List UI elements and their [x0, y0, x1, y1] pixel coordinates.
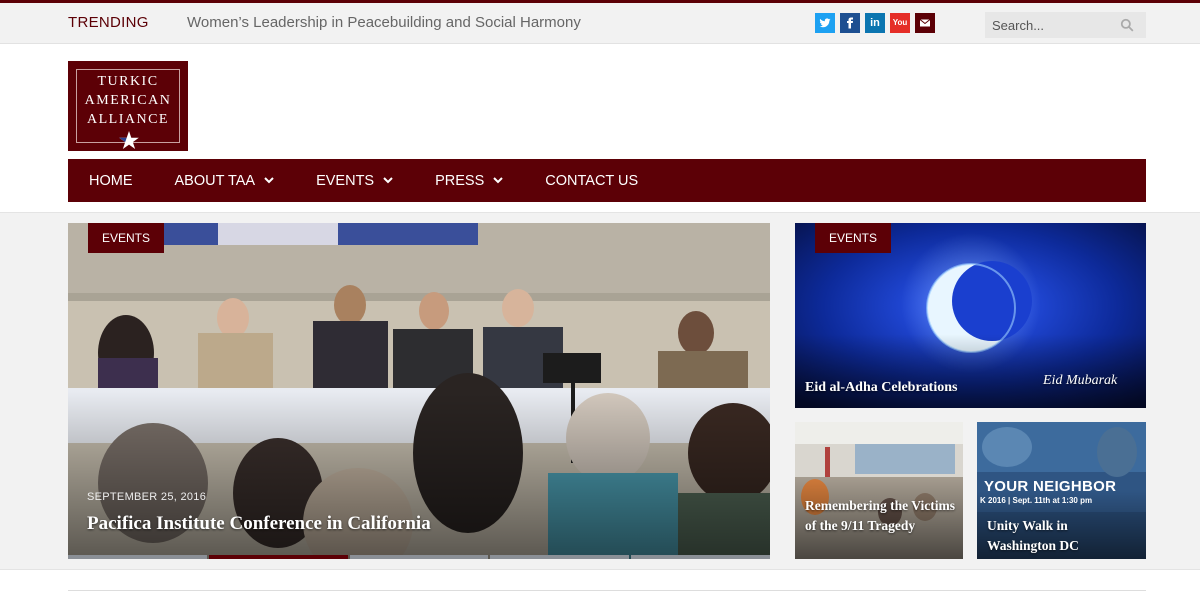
trending-headline-link[interactable]: Women’s Leadership in Peacebuilding and …: [187, 14, 581, 31]
site-logo[interactable]: TURKIC AMERICAN ALLIANCE: [68, 61, 188, 151]
nav-item-home[interactable]: HOME: [68, 159, 154, 202]
search-input[interactable]: [985, 12, 1115, 38]
section-divider: [68, 590, 1146, 591]
nav-item-events[interactable]: EVENTS: [295, 159, 414, 202]
chevron-down-icon: [493, 177, 503, 184]
logo-line-3: ALLIANCE: [87, 112, 169, 127]
banner-subtext: K 2016 | Sept. 11th at 1:30 pm: [980, 496, 1093, 505]
featured-post-eid[interactable]: EVENTS Eid al-Adha Celebrations Eid Muba…: [795, 223, 1146, 408]
featured-post-small[interactable]: YOUR NEIGHBOR K 2016 | Sept. 11th at 1:3…: [977, 422, 1146, 559]
post-title[interactable]: Remembering the Victims of the 9/11 Trag…: [805, 496, 955, 535]
youtube-text: You: [892, 18, 908, 27]
top-bar: TRENDING Women’s Leadership in Peacebuil…: [0, 0, 1200, 44]
banner-text: YOUR NEIGHBOR: [984, 478, 1117, 495]
social-links: in You: [815, 13, 935, 33]
chevron-down-icon: [264, 177, 274, 184]
linkedin-text: in: [870, 17, 880, 29]
slider-dot[interactable]: [68, 555, 207, 559]
nav-item-label: HOME: [89, 172, 133, 189]
slider-dot[interactable]: [631, 555, 770, 559]
nav-item-about[interactable]: ABOUT TAA: [154, 159, 296, 202]
nav-item-contact[interactable]: CONTACT US: [524, 159, 659, 202]
post-title[interactable]: Pacifica Institute Conference in Califor…: [87, 513, 431, 535]
email-icon[interactable]: [915, 13, 935, 33]
slider-indicators: [68, 555, 770, 559]
nav-item-label: PRESS: [435, 172, 485, 189]
star-icon: [119, 131, 139, 149]
logo-line-2: AMERICAN: [84, 93, 172, 108]
post-title[interactable]: Unity Walk in Washington DC: [987, 516, 1137, 555]
facebook-icon[interactable]: [840, 13, 860, 33]
category-tag[interactable]: EVENTS: [815, 223, 892, 253]
featured-post-small[interactable]: Remembering the Victims of the 9/11 Trag…: [795, 422, 963, 559]
featured-post-main[interactable]: EVENTS SEPTEMBER 25, 2016 Pacifica Insti…: [68, 223, 770, 559]
nav-item-press[interactable]: PRESS: [414, 159, 524, 202]
youtube-icon[interactable]: You: [890, 13, 910, 33]
search-box: [985, 12, 1146, 38]
trending-label: TRENDING: [68, 14, 149, 31]
chevron-down-icon: [383, 177, 393, 184]
post-title[interactable]: Eid al-Adha Celebrations: [805, 380, 957, 396]
nav-item-label: CONTACT US: [545, 172, 639, 189]
category-tag[interactable]: EVENTS: [88, 223, 165, 253]
nav-item-label: EVENTS: [316, 172, 375, 189]
twitter-icon[interactable]: [815, 13, 835, 33]
slider-dot-active[interactable]: [208, 555, 348, 559]
nav-item-label: ABOUT TAA: [174, 172, 256, 189]
logo-line-1: TURKIC: [97, 74, 159, 89]
search-icon[interactable]: [1120, 18, 1134, 37]
slider-dot[interactable]: [490, 555, 630, 559]
linkedin-icon[interactable]: in: [865, 13, 885, 33]
image-overlay: [795, 334, 1146, 408]
post-date: SEPTEMBER 25, 2016: [87, 491, 207, 503]
slider-dot[interactable]: [349, 555, 489, 559]
eid-mubarak-text: Eid Mubarak: [1043, 373, 1118, 388]
main-nav: HOME ABOUT TAA EVENTS PRESS CONTACT US: [68, 159, 1146, 202]
